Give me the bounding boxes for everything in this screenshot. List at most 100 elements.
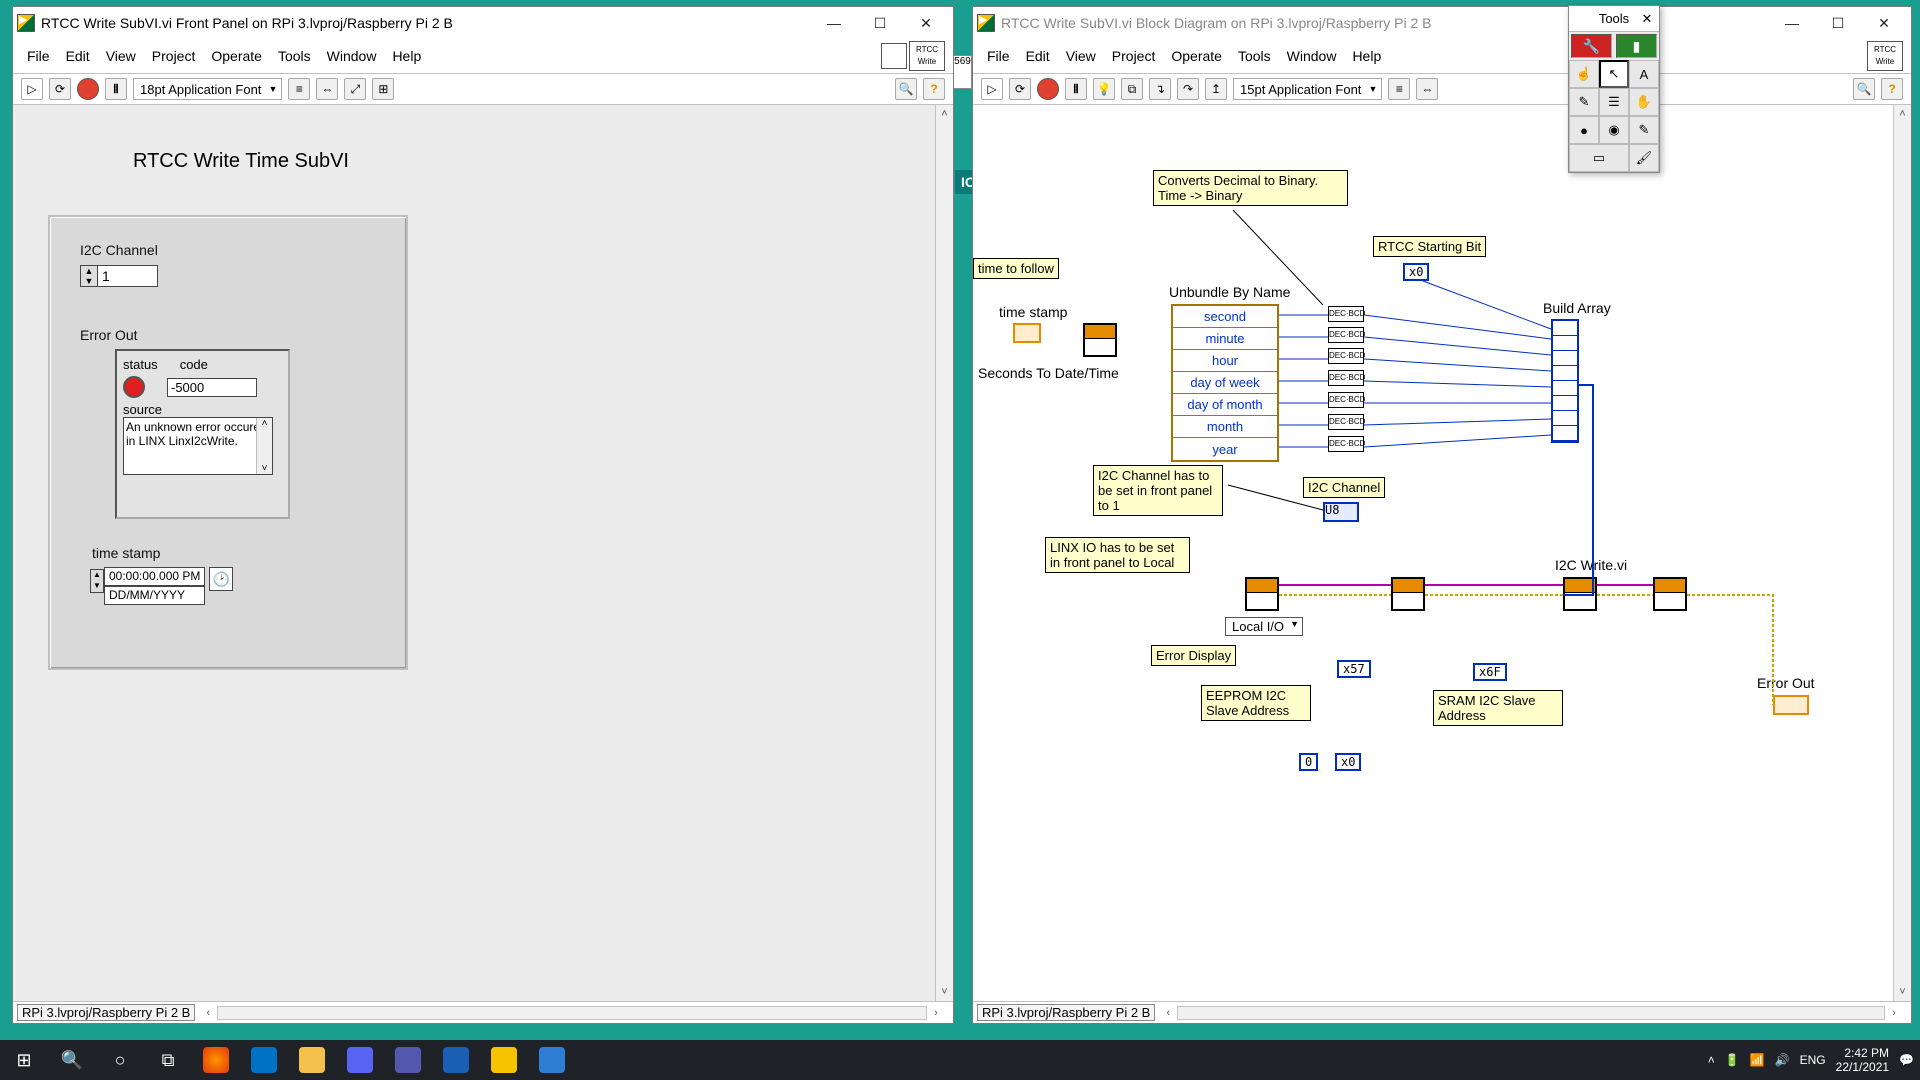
unbundle-row[interactable]: minute — [1173, 328, 1277, 350]
linx-open-node[interactable] — [1245, 577, 1279, 611]
font-selector[interactable]: 15pt Application Font — [1233, 78, 1382, 100]
resize-button[interactable]: ⤢ — [344, 78, 366, 100]
bd-titlebar[interactable]: RTCC Write SubVI.vi Block Diagram on RPi… — [973, 7, 1911, 39]
step-out-button[interactable]: ↥ — [1205, 78, 1227, 100]
menu-view[interactable]: View — [100, 46, 142, 66]
linx-close-node[interactable] — [1653, 577, 1687, 611]
ni-max-icon[interactable] — [432, 1040, 480, 1080]
dec-bcd-node[interactable]: DEC·BCD — [1328, 327, 1364, 343]
search-button[interactable]: 🔍 — [895, 78, 917, 100]
sram-addr-label[interactable]: SRAM I2C Slave Address — [1433, 690, 1563, 726]
distribute-button[interactable]: ⇔ — [316, 78, 338, 100]
timestamp-date[interactable]: DD/MM/YYYY — [104, 586, 205, 605]
step-into-button[interactable]: ↴ — [1149, 78, 1171, 100]
unbundle-row[interactable]: day of month — [1173, 394, 1277, 416]
dec-bcd-node[interactable]: DEC·BCD — [1328, 370, 1364, 386]
vi-icon[interactable]: RTCC Write — [909, 41, 945, 71]
local-io-selector[interactable]: Local I/O — [1225, 617, 1303, 636]
reorder-button[interactable]: ⊞ — [372, 78, 394, 100]
language-indicator[interactable]: ENG — [1800, 1053, 1826, 1067]
abort-button[interactable] — [77, 78, 99, 100]
menu-edit[interactable]: Edit — [1020, 46, 1056, 66]
operate-tool-icon[interactable]: ☝ — [1569, 60, 1599, 88]
text-tool-icon[interactable]: A — [1629, 60, 1659, 88]
menu-operate[interactable]: Operate — [205, 46, 268, 66]
convert-comment[interactable]: Converts Decimal to Binary. Time -> Bina… — [1153, 170, 1348, 206]
unbundle-row[interactable]: hour — [1173, 350, 1277, 372]
dec-bcd-node[interactable]: DEC·BCD — [1328, 306, 1364, 322]
search-button[interactable]: 🔍 — [1853, 78, 1875, 100]
error-out-terminal[interactable] — [1773, 695, 1809, 715]
position-tool-icon[interactable]: ↖ — [1599, 60, 1629, 88]
source-scrollbar[interactable]: ˄˅ — [256, 418, 272, 474]
retain-wire-values-button[interactable]: ⧉ — [1121, 78, 1143, 100]
timestamp-time[interactable]: 00:00:00.000 PM — [104, 567, 205, 586]
tools-palette-window[interactable]: Tools ✕ 🔧 ▮ ☝ ↖ A ✎ ☰ ✋ ● ◉ ✎ ▭ 🖌 — [1568, 5, 1660, 173]
discord-app-icon[interactable] — [336, 1040, 384, 1080]
wifi-icon[interactable]: 📶 — [1750, 1053, 1765, 1067]
task-view-icon[interactable]: ⧉ — [144, 1040, 192, 1080]
battery-icon[interactable]: 🔋 — [1725, 1053, 1740, 1067]
tools-palette-close-icon[interactable]: ✕ — [1637, 11, 1657, 27]
help-button[interactable]: ? — [923, 78, 945, 100]
dec-bcd-node[interactable]: DEC·BCD — [1328, 392, 1364, 408]
rtcc-starting-bit-label[interactable]: RTCC Starting Bit — [1373, 236, 1486, 257]
outlook-app-icon[interactable] — [240, 1040, 288, 1080]
dec-bcd-node[interactable]: DEC·BCD — [1328, 348, 1364, 364]
foreground-color-tool-icon[interactable]: ▭ — [1569, 144, 1629, 172]
align-button[interactable]: ≡ — [288, 78, 310, 100]
menu-window[interactable]: Window — [321, 46, 383, 66]
maximize-button[interactable]: ☐ — [1815, 7, 1861, 39]
tools-palette-titlebar[interactable]: Tools ✕ — [1569, 6, 1659, 32]
minimize-button[interactable]: — — [811, 7, 857, 39]
connector-pane[interactable] — [881, 43, 907, 69]
fp-canvas[interactable]: RTCC Write Time SubVI I2C Channel ▲▼ Err… — [13, 105, 935, 1001]
const-eeprom-addr[interactable]: x57 — [1337, 660, 1371, 678]
font-selector[interactable]: 18pt Application Font — [133, 78, 282, 100]
scroll-tool-icon[interactable]: ✋ — [1629, 88, 1659, 116]
run-button[interactable]: ▷ — [21, 78, 43, 100]
pause-button[interactable]: Ⅱ — [105, 78, 127, 100]
time-to-follow-label[interactable]: time to follow — [973, 258, 1059, 279]
seconds-to-datetime-node[interactable] — [1083, 323, 1117, 357]
file-explorer-icon[interactable] — [288, 1040, 336, 1080]
vi-icon[interactable]: RTCC Write — [1867, 41, 1903, 71]
action-center-icon[interactable]: 💬 — [1899, 1053, 1914, 1067]
const-sram-addr[interactable]: x6F — [1473, 663, 1507, 681]
volume-icon[interactable]: 🔊 — [1775, 1053, 1790, 1067]
probe-tool-icon[interactable]: ◉ — [1599, 116, 1629, 144]
fp-titlebar[interactable]: RTCC Write SubVI.vi Front Panel on RPi 3… — [13, 7, 953, 39]
bd-context-path[interactable]: RPi 3.lvproj/Raspberry Pi 2 B — [977, 1004, 1155, 1021]
auto-tool-indicator-icon[interactable]: ▮ — [1616, 34, 1657, 58]
align-button[interactable]: ≡ — [1388, 78, 1410, 100]
spin-buttons[interactable]: ▲▼ — [80, 265, 98, 287]
labview-app-icon[interactable] — [480, 1040, 528, 1080]
coloring-tool-icon[interactable]: 🖌 — [1629, 144, 1659, 172]
i2c-write-node-2[interactable] — [1563, 577, 1597, 611]
i2c-write-node-1[interactable] — [1391, 577, 1425, 611]
eeprom-addr-label[interactable]: EEPROM I2C Slave Address — [1201, 685, 1311, 721]
auto-tool-wrench-icon[interactable]: 🔧 — [1571, 34, 1612, 58]
bd-vscrollbar[interactable]: ˄˅ — [1893, 105, 1911, 1001]
bd-canvas[interactable]: Converts Decimal to Binary. Time -> Bina… — [973, 105, 1893, 1001]
bd-hscrollbar[interactable]: ‹› — [1159, 1006, 1903, 1020]
tray-overflow-icon[interactable]: ˄ — [1708, 1053, 1715, 1067]
menu-help[interactable]: Help — [1346, 46, 1387, 66]
search-icon[interactable]: 🔍 — [48, 1040, 96, 1080]
error-display-label[interactable]: Error Display — [1151, 645, 1236, 666]
fp-context-path[interactable]: RPi 3.lvproj/Raspberry Pi 2 B — [17, 1004, 195, 1021]
unbundle-by-name-node[interactable]: second minute hour day of week day of mo… — [1171, 304, 1279, 462]
wiring-tool-icon[interactable]: ✎ — [1569, 88, 1599, 116]
menu-project[interactable]: Project — [146, 46, 202, 66]
step-over-button[interactable]: ↷ — [1177, 78, 1199, 100]
run-continuously-button[interactable]: ⟳ — [1009, 78, 1031, 100]
teams-app-icon[interactable] — [384, 1040, 432, 1080]
dec-bcd-node[interactable]: DEC·BCD — [1328, 436, 1364, 452]
time-stamp-terminal[interactable] — [1013, 323, 1041, 343]
cortana-icon[interactable]: ○ — [96, 1040, 144, 1080]
distribute-button[interactable]: ⇔ — [1416, 78, 1438, 100]
menu-project[interactable]: Project — [1106, 46, 1162, 66]
maximize-button[interactable]: ☐ — [857, 7, 903, 39]
fp-hscrollbar[interactable]: ‹› — [199, 1006, 945, 1020]
i2c-channel-comment[interactable]: I2C Channel has to be set in front panel… — [1093, 465, 1223, 516]
